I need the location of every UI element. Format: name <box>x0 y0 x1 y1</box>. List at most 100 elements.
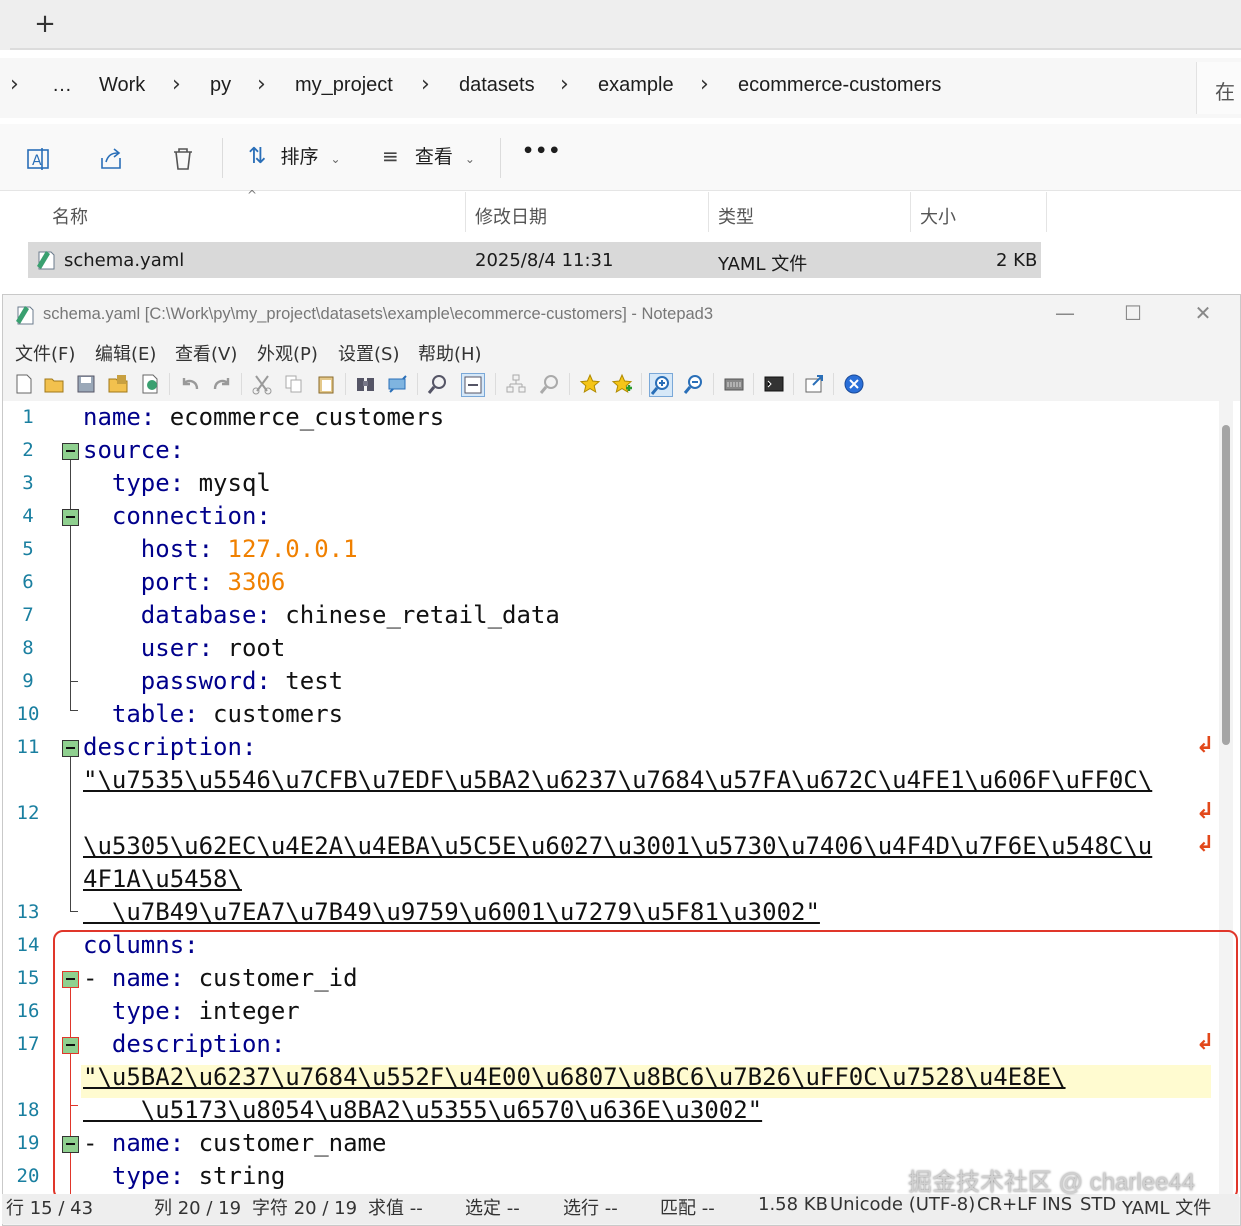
fold-toggle-icon[interactable] <box>62 740 79 757</box>
column-size[interactable]: 大小 <box>920 203 956 229</box>
goto-icon[interactable] <box>427 373 449 395</box>
column-divider[interactable] <box>1046 192 1047 232</box>
redo-icon[interactable] <box>211 373 233 395</box>
new-file-icon[interactable] <box>13 373 35 395</box>
save-icon[interactable] <box>75 373 97 395</box>
share-icon[interactable] <box>98 146 124 172</box>
maximize-button[interactable]: ☐ <box>1113 301 1153 329</box>
status-size[interactable]: 1.58 KB <box>758 1194 828 1215</box>
sort-button[interactable]: ⇅ 排序 ⌄ <box>248 142 341 174</box>
menu-help[interactable]: 帮助(H) <box>418 340 482 366</box>
breadcrumb-example[interactable]: example <box>598 74 674 97</box>
new-tab-button[interactable]: + <box>28 8 62 42</box>
find-icon[interactable] <box>355 373 377 395</box>
status-filetype[interactable]: YAML 文件 <box>1122 1194 1211 1220</box>
chevron-right-icon[interactable]: › <box>700 72 709 97</box>
menu-edit[interactable]: 编辑(E) <box>95 340 156 366</box>
breadcrumb-py[interactable]: py <box>210 74 231 97</box>
status-ins[interactable]: INS <box>1042 1194 1072 1215</box>
paste-icon[interactable] <box>315 373 337 395</box>
view-icon: ≡ <box>382 144 399 168</box>
fold-toggle-icon[interactable] <box>62 509 79 526</box>
wrap-indicator-icon: ↲ <box>1196 799 1215 824</box>
breadcrumb-datasets[interactable]: datasets <box>459 74 535 97</box>
encoding-icon[interactable] <box>723 373 745 395</box>
cut-icon[interactable] <box>251 373 273 395</box>
zoom-reset-icon[interactable] <box>539 373 561 395</box>
chevron-right-icon[interactable]: › <box>10 72 19 97</box>
more-options-button[interactable]: ••• <box>522 140 561 172</box>
line-number: 4 <box>22 505 34 527</box>
column-divider[interactable] <box>465 192 466 232</box>
column-modified[interactable]: 修改日期 <box>475 203 547 229</box>
rename-icon[interactable]: A <box>26 146 52 172</box>
command-bar: A ⇅ 排序 ⌄ ≡ 查看 ⌄ ••• <box>0 124 1241 191</box>
minimize-button[interactable]: — <box>1045 301 1085 329</box>
breadcrumb-overflow[interactable]: … <box>52 74 72 97</box>
status-std[interactable]: STD <box>1080 1194 1116 1215</box>
yaml-number: 127.0.0.1 <box>227 535 358 563</box>
close-button[interactable]: ✕ <box>1183 301 1223 329</box>
yaml-key: port: <box>83 568 214 596</box>
search-box[interactable]: 在 <box>1196 62 1241 114</box>
save-as-icon[interactable] <box>107 373 129 395</box>
toolbar-separator <box>569 373 570 395</box>
tree-icon[interactable] <box>505 373 527 395</box>
menu-view[interactable]: 查看(V) <box>175 340 237 366</box>
zoom-out-icon[interactable] <box>683 373 705 395</box>
watermark: 掘金技术社区 @ charlee44 <box>908 1169 1196 1196</box>
title-bar[interactable]: schema.yaml [C:\Work\py\my_project\datas… <box>3 295 1240 335</box>
fold-guide <box>70 710 78 711</box>
zoom-in-icon[interactable] <box>649 373 673 397</box>
fold-guide <box>70 681 78 682</box>
breadcrumb-ecommerce-customers[interactable]: ecommerce-customers <box>738 74 941 97</box>
menu-settings[interactable]: 设置(S) <box>338 340 399 366</box>
reload-icon[interactable] <box>139 373 161 395</box>
yaml-value: mysql <box>184 469 271 497</box>
status-line[interactable]: 行 15 / 43 <box>6 1194 93 1220</box>
open-web-icon[interactable] <box>803 373 825 395</box>
undo-icon[interactable] <box>179 373 201 395</box>
view-button[interactable]: ≡ 查看 ⌄ <box>382 142 475 174</box>
toolbar-separator <box>713 373 714 395</box>
column-name[interactable]: 名称 <box>52 203 88 229</box>
column-divider[interactable] <box>708 192 709 232</box>
open-folder-icon[interactable] <box>43 373 65 395</box>
status-match[interactable]: 匹配 -- <box>660 1194 715 1220</box>
file-row-schema-yaml[interactable]: schema.yaml 2025/8/4 11:31 YAML 文件 2 KB <box>28 242 1041 278</box>
column-divider[interactable] <box>910 192 911 232</box>
chevron-right-icon[interactable]: › <box>560 72 569 97</box>
scrollbar-thumb[interactable] <box>1222 425 1230 745</box>
menu-appearance[interactable]: 外观(P) <box>257 340 318 366</box>
chevron-right-icon[interactable]: › <box>257 72 266 97</box>
delete-icon[interactable] <box>170 146 196 172</box>
address-bar[interactable]: › … Work › py › my_project › datasets › … <box>0 58 1241 118</box>
column-type[interactable]: 类型 <box>718 203 754 229</box>
status-selected-lines[interactable]: 选行 -- <box>563 1194 618 1220</box>
console-icon[interactable] <box>763 373 785 395</box>
annotation-highlight-box <box>53 930 1238 1200</box>
chevron-right-icon[interactable]: › <box>421 72 430 97</box>
word-wrap-icon[interactable] <box>461 373 485 397</box>
line-number: 7 <box>22 604 34 626</box>
breadcrumb-work[interactable]: Work <box>99 74 145 97</box>
status-char[interactable]: 字符 20 / 19 <box>252 1194 357 1220</box>
line-number: 1 <box>22 406 34 428</box>
code-line-13: \u7B49\u7EA7\u7B49\u9759\u6001\u7279\u5F… <box>83 896 820 929</box>
status-eol[interactable]: CR+LF <box>977 1194 1038 1215</box>
menu-file[interactable]: 文件(F) <box>15 340 75 366</box>
add-favorite-icon[interactable] <box>611 373 633 395</box>
favorite-icon[interactable] <box>579 373 601 395</box>
status-encoding[interactable]: Unicode (UTF-8) <box>830 1194 975 1215</box>
copy-icon[interactable] <box>283 373 305 395</box>
status-column[interactable]: 列 20 / 19 <box>154 1194 241 1220</box>
status-selection[interactable]: 选定 -- <box>465 1194 520 1220</box>
exit-icon[interactable] <box>843 373 865 395</box>
chevron-right-icon[interactable]: › <box>172 72 181 97</box>
chevron-down-icon: ⌄ <box>464 152 475 166</box>
status-sum[interactable]: 求值 -- <box>368 1194 423 1220</box>
breadcrumb-my-project[interactable]: my_project <box>295 74 393 97</box>
replace-icon[interactable] <box>387 373 409 395</box>
fold-toggle-icon[interactable] <box>62 443 79 460</box>
notepad3-app-icon <box>16 306 34 325</box>
